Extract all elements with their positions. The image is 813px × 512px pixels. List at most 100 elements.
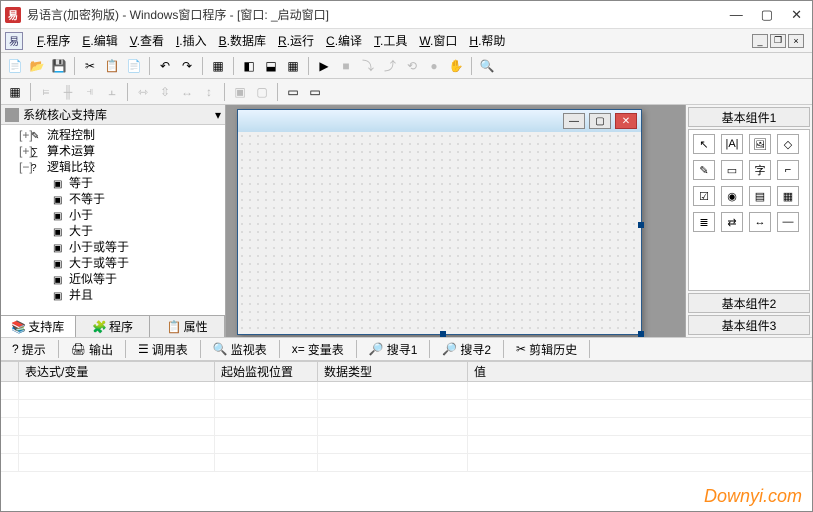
paste-button[interactable]: 📄 [124, 56, 144, 76]
menu-item[interactable]: F.程序 [31, 32, 76, 49]
tree-node[interactable]: ▣小于或等于 [5, 239, 221, 255]
dist-h-button[interactable]: ⇿ [133, 82, 153, 102]
left-tab[interactable]: 📋属性 [150, 316, 225, 337]
left-tab[interactable]: 📚支持库 [1, 316, 76, 337]
palette-component[interactable]: ⌐ [777, 160, 799, 180]
bring-front-button[interactable]: ▣ [230, 82, 250, 102]
grid-col-expr[interactable]: 表达式/变量 [19, 362, 215, 381]
palette-component[interactable]: ◉ [721, 186, 743, 206]
new-button[interactable]: 📄 [5, 56, 25, 76]
mdi-minimize-button[interactable]: _ [752, 34, 768, 48]
close-button[interactable]: ✕ [791, 7, 802, 23]
breakpoint-button[interactable]: ● [424, 56, 444, 76]
maximize-button[interactable]: ▢ [761, 7, 773, 23]
tree-node[interactable]: [−]?逻辑比较 [5, 159, 221, 175]
mdi-restore-button[interactable]: ❐ [770, 34, 786, 48]
stop-button[interactable]: ■ [336, 56, 356, 76]
layout1-button[interactable]: ◧ [239, 56, 259, 76]
bottom-tab[interactable]: ?提示 [5, 338, 53, 361]
tree-body[interactable]: [+]✎流程控制[+]∑算术运算[−]?逻辑比较▣等于▣不等于▣小于▣大于▣小于… [1, 125, 225, 315]
grid-body[interactable] [1, 382, 812, 482]
bottom-tab[interactable]: ✂剪辑历史 [509, 338, 584, 361]
grid-col-value[interactable]: 值 [468, 362, 812, 381]
palette-component[interactable]: ✎ [693, 160, 715, 180]
copy-button[interactable]: 📋 [102, 56, 122, 76]
cut-button[interactable]: ✂ [80, 56, 100, 76]
tree-node[interactable]: ▣大于 [5, 223, 221, 239]
form-designer-window[interactable]: — ▢ ✕ [237, 109, 642, 335]
tree-node[interactable]: ▣大于或等于 [5, 255, 221, 271]
menu-item[interactable]: R.运行 [272, 32, 320, 49]
tree-node[interactable]: ▣小于 [5, 207, 221, 223]
palette-group-2[interactable]: 基本组件2 [688, 293, 810, 313]
left-tab[interactable]: 🧩程序 [76, 316, 151, 337]
palette-component[interactable]: ↔ [749, 212, 771, 232]
align-left-button[interactable]: ⫢ [36, 82, 56, 102]
palette-component[interactable]: ▦ [777, 186, 799, 206]
mdi-close-button[interactable]: × [788, 34, 804, 48]
palette-component[interactable]: 字 [749, 160, 771, 180]
bottom-tab[interactable]: x=变量表 [285, 338, 351, 361]
resize-handle-s[interactable] [440, 331, 446, 337]
expand-icon[interactable]: [−] [19, 159, 31, 175]
menu-item[interactable]: H.帮助 [463, 32, 511, 49]
palette-component[interactable]: — [777, 212, 799, 232]
palette-component[interactable]: ↖ [693, 134, 715, 154]
tree-node[interactable]: ▣不等于 [5, 191, 221, 207]
resize-handle-e[interactable] [638, 222, 644, 228]
expand-icon[interactable]: [+] [19, 143, 31, 159]
send-back-button[interactable]: ▢ [252, 82, 272, 102]
tab-button[interactable]: ▭ [305, 82, 325, 102]
palette-component[interactable]: ▤ [749, 186, 771, 206]
form-canvas[interactable] [238, 132, 641, 334]
palette-component[interactable]: ☑ [693, 186, 715, 206]
tree-node[interactable]: ▣并且 [5, 287, 221, 303]
debug3-button[interactable]: ⟲ [402, 56, 422, 76]
form-button[interactable]: ▭ [283, 82, 303, 102]
same-height-button[interactable]: ↕ [199, 82, 219, 102]
menu-item[interactable]: I.插入 [170, 32, 213, 49]
tree-node[interactable]: [+]✎流程控制 [5, 127, 221, 143]
layout2-button[interactable]: ⬓ [261, 56, 281, 76]
expand-icon[interactable]: [+] [19, 127, 31, 143]
bottom-tab[interactable]: 🔎搜寻2 [435, 338, 498, 361]
bottom-tab[interactable]: 🖨输出 [64, 338, 120, 361]
grid-toggle-button[interactable]: ▦ [5, 82, 25, 102]
tree-node[interactable]: ▣近似等于 [5, 271, 221, 287]
palette-component[interactable]: 🖼 [749, 134, 771, 154]
open-button[interactable]: 📂 [27, 56, 47, 76]
layout3-button[interactable]: ▦ [283, 56, 303, 76]
align-right-button[interactable]: ⫣ [80, 82, 100, 102]
redo-button[interactable]: ↷ [177, 56, 197, 76]
tree-dropdown-icon[interactable]: ▾ [215, 108, 221, 122]
align-top-button[interactable]: ⫠ [102, 82, 122, 102]
palette-group-1[interactable]: 基本组件1 [688, 107, 810, 127]
align-center-button[interactable]: ╫ [58, 82, 78, 102]
palette-component[interactable]: ◇ [777, 134, 799, 154]
form-close-button[interactable]: ✕ [615, 113, 637, 129]
tree-node[interactable]: ▣等于 [5, 175, 221, 191]
debug1-button[interactable]: ⤵ [358, 56, 378, 76]
menu-item[interactable]: W.窗口 [413, 32, 463, 49]
hand-button[interactable]: ✋ [446, 56, 466, 76]
dist-v-button[interactable]: ⇳ [155, 82, 175, 102]
grid-col-start[interactable]: 起始监视位置 [215, 362, 318, 381]
grid-col-type[interactable]: 数据类型 [318, 362, 468, 381]
debug2-button[interactable]: ⤴ [380, 56, 400, 76]
menu-item[interactable]: C.编译 [320, 32, 368, 49]
menu-item[interactable]: E.编辑 [76, 32, 123, 49]
palette-component[interactable]: ⇄ [721, 212, 743, 232]
palette-component[interactable]: ≣ [693, 212, 715, 232]
bottom-tab[interactable]: 🔍监视表 [206, 338, 274, 361]
run-button[interactable]: ▶ [314, 56, 334, 76]
minimize-button[interactable]: — [730, 7, 743, 23]
form-maximize-button[interactable]: ▢ [589, 113, 611, 129]
form-minimize-button[interactable]: — [563, 113, 585, 129]
menu-item[interactable]: B.数据库 [213, 32, 272, 49]
same-width-button[interactable]: ↔ [177, 82, 197, 102]
palette-component[interactable]: |A| [721, 134, 743, 154]
palette-group-3[interactable]: 基本组件3 [688, 315, 810, 335]
save-button[interactable]: 💾 [49, 56, 69, 76]
palette-component[interactable]: ▭ [721, 160, 743, 180]
tree-node[interactable]: [+]∑算术运算 [5, 143, 221, 159]
